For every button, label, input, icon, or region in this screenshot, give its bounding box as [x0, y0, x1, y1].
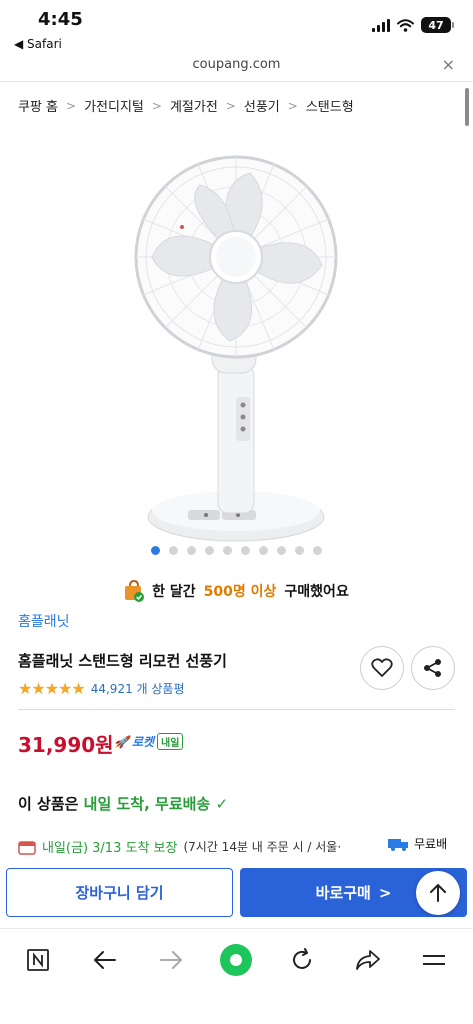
wifi-icon	[397, 18, 414, 32]
pagination-dot[interactable]	[241, 546, 250, 555]
calendar-icon	[18, 840, 36, 855]
arrow-left-icon	[94, 951, 116, 969]
purchase-count-badge: 한 달간 500명 이상 구매했어요	[0, 580, 473, 602]
back-button[interactable]	[88, 943, 122, 977]
pagination-dot[interactable]	[313, 546, 322, 555]
battery-icon: 47	[421, 17, 454, 33]
buy-now-label: 바로구매	[315, 884, 371, 902]
arrow-right-icon	[160, 951, 182, 969]
chevron-right-icon: >	[225, 98, 236, 113]
image-pagination[interactable]	[0, 546, 473, 555]
rating-row[interactable]: ★★★★★ 44,921 개 상품평	[18, 679, 185, 698]
share-icon	[424, 659, 441, 677]
scrollbar-thumb[interactable]	[465, 88, 469, 126]
pagination-dot[interactable]	[259, 546, 268, 555]
pagination-dot[interactable]	[205, 546, 214, 555]
breadcrumb-item[interactable]: 스탠드형	[306, 96, 354, 115]
wishlist-button[interactable]	[360, 646, 404, 690]
url-bar[interactable]: coupang.com ×	[0, 55, 473, 82]
arrival-note: (7시간 14분 내 주문 시 / 서울·	[183, 840, 342, 854]
breadcrumb: 쿠팡 홈 > 가전디지털 > 계절가전 > 선풍기 > 스탠드형	[18, 96, 354, 116]
chevron-right-icon: >	[151, 98, 162, 113]
scroll-to-top-button[interactable]	[416, 871, 460, 915]
price: 31,990원	[18, 733, 114, 757]
shopping-bag-check-icon	[125, 580, 145, 602]
purchase-actions: 장바구니 담기 바로구매 >	[0, 858, 473, 928]
green-dot-icon	[220, 944, 252, 976]
close-icon[interactable]: ×	[442, 55, 455, 74]
cellular-signal-icon	[372, 18, 390, 32]
url-domain[interactable]: coupang.com	[0, 57, 473, 72]
add-to-cart-button[interactable]: 장바구니 담기	[6, 868, 233, 917]
arrival-info: 내일(금) 3/13 도착 보장 (7시간 14분 내 주문 시 / 서울·	[18, 837, 341, 856]
heart-icon	[371, 658, 393, 677]
delivery-prefix: 이 상품은	[18, 795, 79, 813]
pagination-dot[interactable]	[223, 546, 232, 555]
menu-button[interactable]	[417, 943, 451, 977]
review-count[interactable]: 44,921 개 상품평	[91, 680, 185, 697]
star-rating-icon: ★★★★★	[18, 679, 86, 698]
purchase-suffix: 구매했어요	[284, 584, 349, 600]
hamburger-icon	[423, 955, 445, 965]
free-shipping-text: 무료배	[414, 837, 448, 851]
breadcrumb-item[interactable]: 쿠팡 홈	[18, 96, 58, 115]
breadcrumb-item[interactable]: 선풍기	[244, 96, 280, 115]
status-icons: 47	[372, 17, 454, 33]
purchase-prefix: 한 달간	[152, 584, 196, 600]
chevron-right-icon: >	[287, 98, 298, 113]
delivery-summary: 이 상품은 내일 도착, 무료배송 ✓	[18, 793, 228, 814]
arrow-up-icon	[430, 884, 446, 902]
brand-link[interactable]: 홈플래닛	[18, 611, 70, 631]
chevron-right-icon: >	[66, 98, 77, 113]
product-title: 홈플래닛 스탠드형 리모컨 선풍기	[18, 652, 227, 670]
share-button[interactable]	[411, 646, 455, 690]
arrival-date: 내일(금) 3/13 도착 보장	[42, 841, 178, 856]
share-arrow-icon	[356, 950, 380, 970]
breadcrumb-item[interactable]: 계절가전	[170, 96, 218, 115]
divider	[18, 709, 455, 710]
check-icon: ✓	[215, 795, 229, 813]
reload-button[interactable]	[285, 943, 319, 977]
pagination-dot[interactable]	[187, 546, 196, 555]
status-time: 4:45	[38, 9, 83, 30]
naver-home-button[interactable]	[21, 943, 55, 977]
share-page-button[interactable]	[351, 943, 385, 977]
delivery-highlight: 내일 도착, 무료배송	[83, 795, 211, 813]
green-dot-button[interactable]	[219, 943, 253, 977]
pagination-dot[interactable]	[277, 546, 286, 555]
pagination-dot[interactable]	[295, 546, 304, 555]
chevron-right-icon: >	[378, 883, 392, 902]
product-image[interactable]	[100, 145, 372, 545]
back-to-safari-link[interactable]: ◀ Safari	[14, 37, 62, 51]
purchase-count: 500명 이상	[203, 584, 277, 600]
truck-icon	[388, 838, 408, 851]
rocket-delivery-badge: 🚀 로켓 내일	[114, 733, 184, 750]
pagination-dot[interactable]	[151, 546, 160, 555]
rocket-icon: 🚀	[114, 734, 129, 749]
rocket-tag: 내일	[157, 733, 184, 750]
reload-icon	[293, 948, 311, 969]
free-shipping-label: 무료배	[388, 835, 447, 852]
forward-button[interactable]	[154, 943, 188, 977]
naver-n-icon	[27, 949, 49, 971]
breadcrumb-item[interactable]: 가전디지털	[84, 96, 144, 115]
rocket-label: 로켓	[131, 735, 155, 749]
pagination-dot[interactable]	[169, 546, 178, 555]
status-bar: 4:45 ◀ Safari 47	[0, 0, 473, 56]
browser-toolbar	[0, 928, 473, 1024]
